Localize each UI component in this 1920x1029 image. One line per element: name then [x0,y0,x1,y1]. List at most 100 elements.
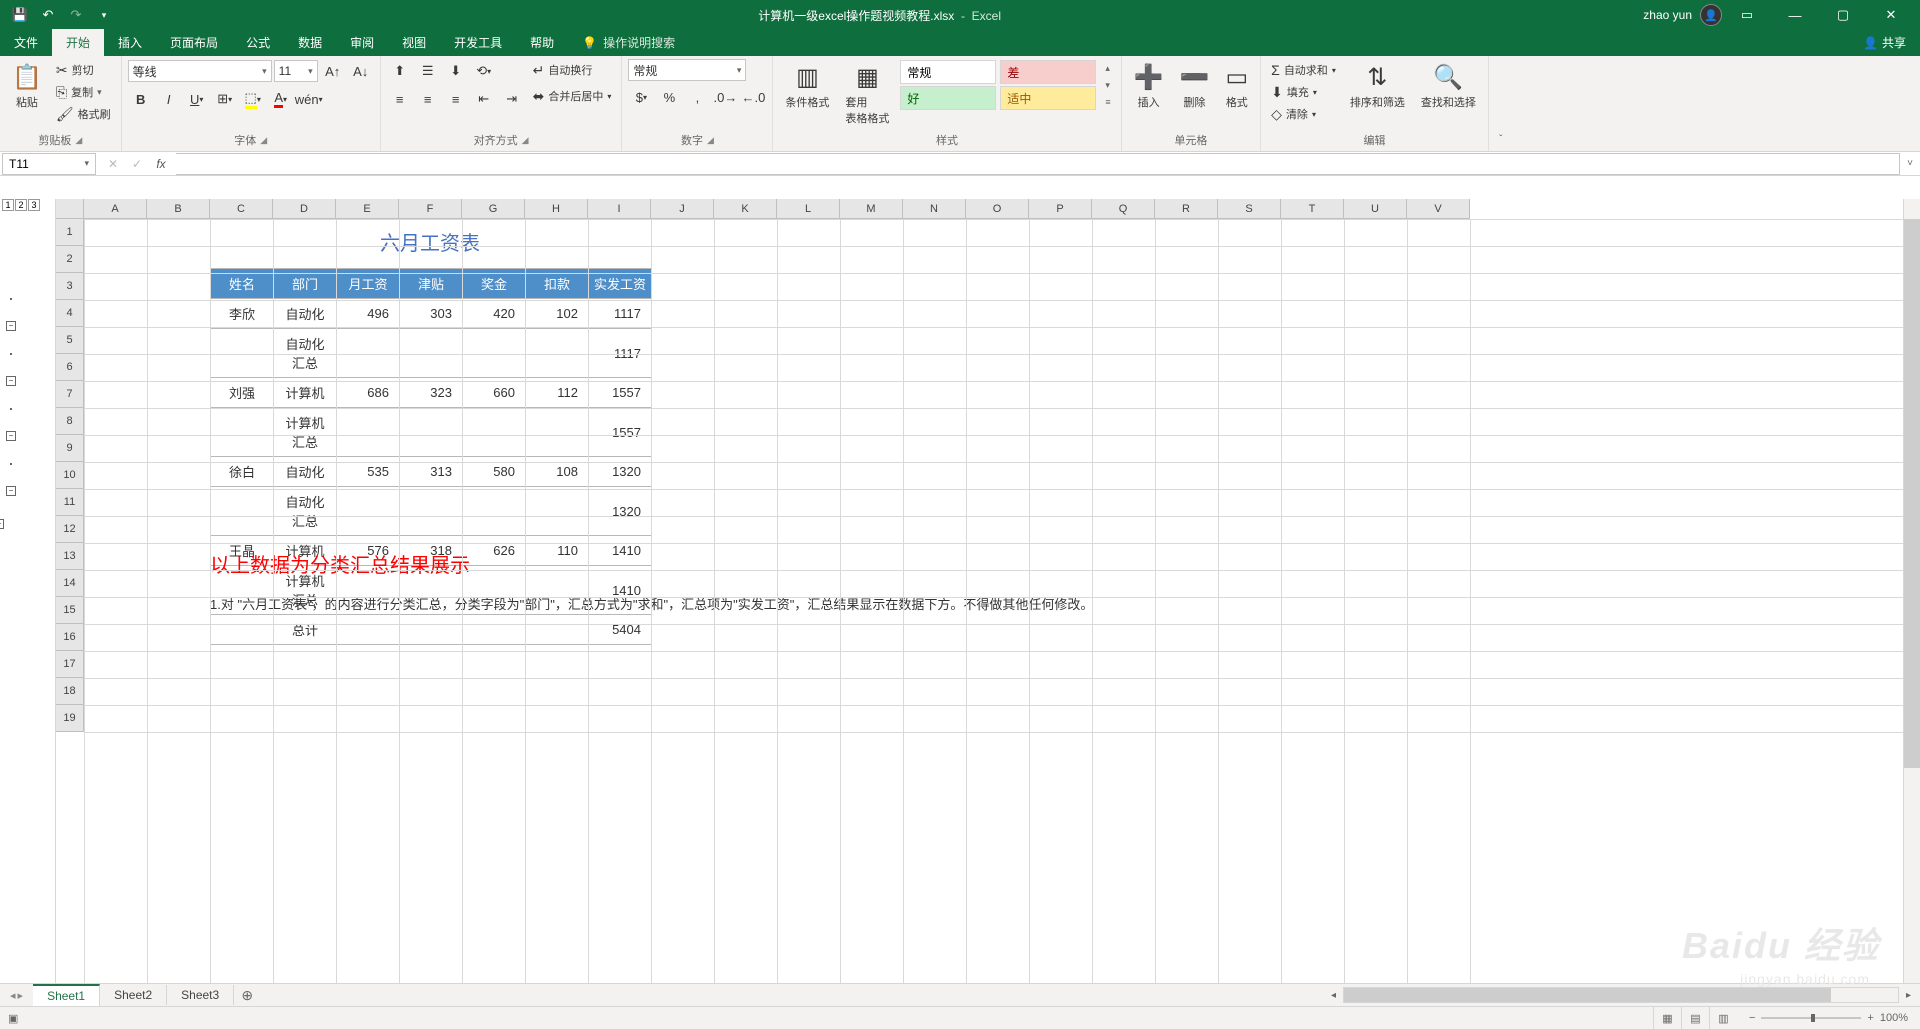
row-header[interactable]: 18 [56,678,84,705]
autosum-button[interactable]: Σ自动求和▾ [1267,59,1340,81]
format-as-table-button[interactable]: ▦套用 表格格式 [839,59,895,130]
style-good[interactable]: 好 [900,86,996,110]
share-button[interactable]: 👤共享 [1849,29,1920,56]
fill-color-button[interactable]: ⬚▾ [240,87,266,111]
style-more-icon[interactable]: ≡ [1105,97,1110,107]
column-header[interactable]: O [966,199,1029,219]
row-header[interactable]: 8 [56,408,84,435]
redo-icon[interactable]: ↷ [64,3,88,27]
align-right-icon[interactable]: ≡ [443,87,469,111]
fx-icon[interactable]: fx [150,157,172,171]
number-format-combo[interactable]: 常规▾ [628,59,746,81]
row-header[interactable]: 3 [56,273,84,300]
ribbon-display-icon[interactable]: ▭ [1724,0,1770,30]
row-header[interactable]: 11 [56,489,84,516]
column-header[interactable]: F [399,199,462,219]
select-all-button[interactable] [56,199,84,219]
paste-button[interactable]: 📋粘贴 [6,59,48,114]
increase-decimal-icon[interactable]: .0→ [712,85,738,109]
tab-formulas[interactable]: 公式 [232,29,284,56]
enter-formula-icon[interactable]: ✓ [126,157,148,171]
font-launcher-icon[interactable]: ◢ [260,135,267,146]
style-up-icon[interactable]: ▴ [1105,63,1110,74]
normal-view-icon[interactable]: ▦ [1653,1007,1681,1029]
worksheet-grid[interactable]: ABCDEFGHIJKLMNOPQRSTUV 12345678910111213… [56,199,1920,983]
insert-cells-button[interactable]: ➕插入 [1128,59,1170,114]
row-header[interactable]: 2 [56,246,84,273]
format-cells-button[interactable]: ▭格式 [1219,59,1254,114]
sort-filter-button[interactable]: ⇅排序和筛选 [1344,59,1411,114]
column-header[interactable]: N [903,199,966,219]
undo-icon[interactable]: ↶ [36,3,60,27]
row-header[interactable]: 14 [56,570,84,597]
number-launcher-icon[interactable]: ◢ [707,135,714,146]
format-painter-button[interactable]: 🖌格式刷 [52,103,115,125]
decrease-indent-icon[interactable]: ⇤ [471,87,497,111]
font-color-button[interactable]: A▾ [268,87,294,111]
column-header[interactable]: H [525,199,588,219]
outline-level-buttons[interactable]: 123 [2,199,40,211]
row-header[interactable]: 1 [56,219,84,246]
align-bottom-icon[interactable]: ⬇ [443,59,469,83]
vertical-scrollbar[interactable] [1903,199,1920,983]
row-header[interactable]: 5 [56,327,84,354]
zoom-in-icon[interactable]: + [1867,1012,1873,1024]
tab-dev[interactable]: 开发工具 [440,29,516,56]
horizontal-scrollbar[interactable]: ◂▸ [260,987,1920,1003]
column-header[interactable]: A [84,199,147,219]
minimize-icon[interactable]: — [1772,0,1818,30]
column-header[interactable]: V [1407,199,1470,219]
align-left-icon[interactable]: ≡ [387,87,413,111]
cut-button[interactable]: ✂剪切 [52,59,115,81]
align-top-icon[interactable]: ⬆ [387,59,413,83]
column-header[interactable]: M [840,199,903,219]
delete-cells-button[interactable]: ➖删除 [1174,59,1216,114]
sheet-tab-3[interactable]: Sheet3 [167,985,234,1005]
name-box[interactable]: T11▾ [2,153,96,175]
font-size-combo[interactable]: 11▾ [274,60,318,82]
bold-button[interactable]: B [128,87,154,111]
phonetic-button[interactable]: wén▾ [296,87,322,111]
column-header[interactable]: B [147,199,210,219]
column-header[interactable]: K [714,199,777,219]
font-name-combo[interactable]: 等线▾ [128,60,272,82]
wrap-text-button[interactable]: ↵自动换行 [529,59,616,81]
merge-center-button[interactable]: ⬌合并后居中▾ [529,85,616,107]
percent-icon[interactable]: % [656,85,682,109]
tab-review[interactable]: 审阅 [336,29,388,56]
close-icon[interactable]: ✕ [1868,0,1914,30]
row-header[interactable]: 7 [56,381,84,408]
clear-button[interactable]: ◇清除▾ [1267,103,1340,125]
tell-me-search[interactable]: 💡操作说明搜索 [568,29,689,56]
outline-pane[interactable]: 123 −−−−− [0,199,56,983]
column-header[interactable]: U [1344,199,1407,219]
page-layout-view-icon[interactable]: ▤ [1681,1007,1709,1029]
column-header[interactable]: Q [1092,199,1155,219]
style-normal[interactable]: 常规 [900,60,996,84]
style-bad[interactable]: 差 [1000,60,1096,84]
tab-layout[interactable]: 页面布局 [156,29,232,56]
maximize-icon[interactable]: ▢ [1820,0,1866,30]
add-sheet-icon[interactable]: ⊕ [234,987,260,1004]
orientation-icon[interactable]: ⟲▾ [471,59,497,83]
row-header[interactable]: 15 [56,597,84,624]
column-header[interactable]: T [1281,199,1344,219]
clipboard-launcher-icon[interactable]: ◢ [75,135,82,146]
row-header[interactable]: 6 [56,354,84,381]
user-avatar-icon[interactable]: 👤 [1700,4,1722,26]
style-down-icon[interactable]: ▾ [1105,80,1110,91]
conditional-format-button[interactable]: ▥条件格式 [779,59,835,114]
sheet-prev-icon[interactable]: ◂ [10,989,16,1002]
italic-button[interactable]: I [156,87,182,111]
tab-help[interactable]: 帮助 [516,29,568,56]
row-header[interactable]: 4 [56,300,84,327]
column-header[interactable]: S [1218,199,1281,219]
column-header[interactable]: P [1029,199,1092,219]
tab-home[interactable]: 开始 [52,29,104,56]
increase-indent-icon[interactable]: ⇥ [499,87,525,111]
page-break-view-icon[interactable]: ▥ [1709,1007,1737,1029]
tab-insert[interactable]: 插入 [104,29,156,56]
tab-file[interactable]: 文件 [0,29,52,56]
save-icon[interactable]: 💾 [8,3,32,27]
align-center-icon[interactable]: ≡ [415,87,441,111]
